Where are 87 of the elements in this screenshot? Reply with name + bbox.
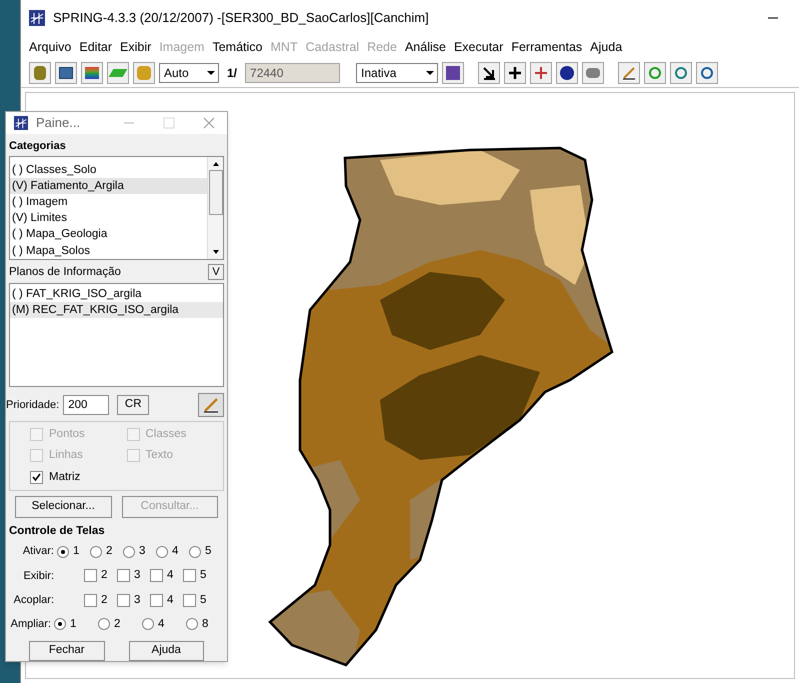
app-icon [14,116,28,130]
option-label: 3 [139,544,146,559]
option-label: 2 [106,544,112,559]
radio-button[interactable] [189,546,201,558]
radio-button[interactable] [186,618,198,630]
category-item[interactable]: ( ) Imagem [10,194,207,210]
priority-label: Prioridade: [6,398,60,413]
menu-item[interactable]: Ajuda [590,38,622,56]
scale-prefix: 1/ [226,64,238,82]
radio-button[interactable] [54,618,66,630]
option-label: 5 [200,592,206,608]
edit-mode-select[interactable]: Inativa [356,62,438,82]
dropdown-arrow-icon [207,70,215,74]
checkbox-label: Matriz [49,470,80,484]
option-label: 5 [200,568,206,584]
radio-button[interactable] [57,546,69,558]
checkbox[interactable] [117,594,130,607]
plane-item[interactable]: (M) REC_FAT_KRIG_ISO_argila [10,302,223,318]
category-item[interactable]: (V) Limites [10,210,207,226]
plane-item[interactable]: ( ) FAT_KRIG_ISO_argila [10,286,223,302]
checkbox[interactable] [183,569,196,582]
row-label: Acoplar: [12,592,55,608]
priority-field[interactable]: 200 [63,395,110,415]
option-label: 4 [167,592,174,608]
window-title: SPRING-4.3.3 (20/12/2007) -[SER300_BD_SaoCarlos][Canchim] [53,9,430,28]
option-label: 1 [70,616,76,632]
option-label: 2 [114,616,120,632]
checkbox[interactable] [30,470,43,484]
radio-button[interactable] [98,618,110,630]
option-label: 4 [158,616,164,632]
radio-button[interactable] [90,546,102,558]
menu-item[interactable]: Exibir [120,38,152,56]
radio-button[interactable] [123,546,135,558]
section-label: Controle de Telas [9,524,106,539]
pencil-icon [203,397,219,413]
option-label: 3 [134,592,140,608]
category-item[interactable]: ( ) Mapa_Geologia [10,226,207,243]
section-label: Planos de Informação [9,264,121,280]
panel-title: Paine... [36,114,82,132]
dialog-button[interactable]: Ajuda [128,641,204,661]
option-label: 2 [101,592,108,608]
scale-field[interactable]: 72440 [245,62,340,82]
option-label: 8 [202,616,208,632]
option-label: 5 [205,544,212,559]
layers-icon[interactable] [81,62,103,84]
menu-item[interactable]: Editar [79,38,112,56]
category-item[interactable]: ( ) Classes_Solo [10,162,207,178]
option-label: 4 [167,568,174,584]
menu-item[interactable]: Ferramentas [511,38,582,56]
section-label: Categorias [9,139,67,154]
radio-button[interactable] [142,618,154,630]
checkbox[interactable] [117,569,130,582]
toggle-button[interactable]: V [208,264,224,280]
checkbox-label: Linhas [49,448,83,464]
option-label: 2 [101,568,108,584]
menu-item[interactable]: Arquivo [29,38,72,56]
pencil-icon[interactable] [618,62,640,84]
option-label: 1 [73,544,80,559]
checkbox-label: Pontos [49,427,85,442]
cr-button[interactable]: CR [117,395,150,415]
option-label: 3 [134,568,140,584]
scale-mode-select[interactable]: Auto [159,62,219,82]
menu-item[interactable]: Temático [212,38,262,56]
row-label: Ativar: [22,544,55,560]
menu-item[interactable]: Análise [404,38,446,56]
dialog-button[interactable]: Fechar [29,641,104,661]
category-item[interactable]: (V) Fatiamento_Argila [10,178,207,194]
checkbox[interactable] [84,594,97,607]
checkbox-label: Texto [146,448,173,464]
radio-button[interactable] [156,546,168,558]
checkbox[interactable] [183,594,196,607]
category-item[interactable]: ( ) Mapa_Solos [10,242,207,259]
close-icon[interactable] [203,117,215,130]
checkbox[interactable] [150,594,163,607]
row-label: Exibir: [22,568,55,584]
action-button[interactable]: Selecionar... [15,496,112,518]
checkbox-label: Classes [146,427,186,442]
checkbox[interactable] [84,569,97,582]
plus-icon[interactable] [504,62,526,84]
pencil-button[interactable] [198,393,224,417]
scrollbar[interactable] [207,156,223,259]
menu-item[interactable]: Executar [454,38,504,56]
option-label: 4 [172,544,178,559]
app-icon [29,10,45,26]
row-label: Ampliar: [10,617,52,632]
dropdown-arrow-icon [426,70,434,74]
checkbox[interactable] [150,569,163,582]
